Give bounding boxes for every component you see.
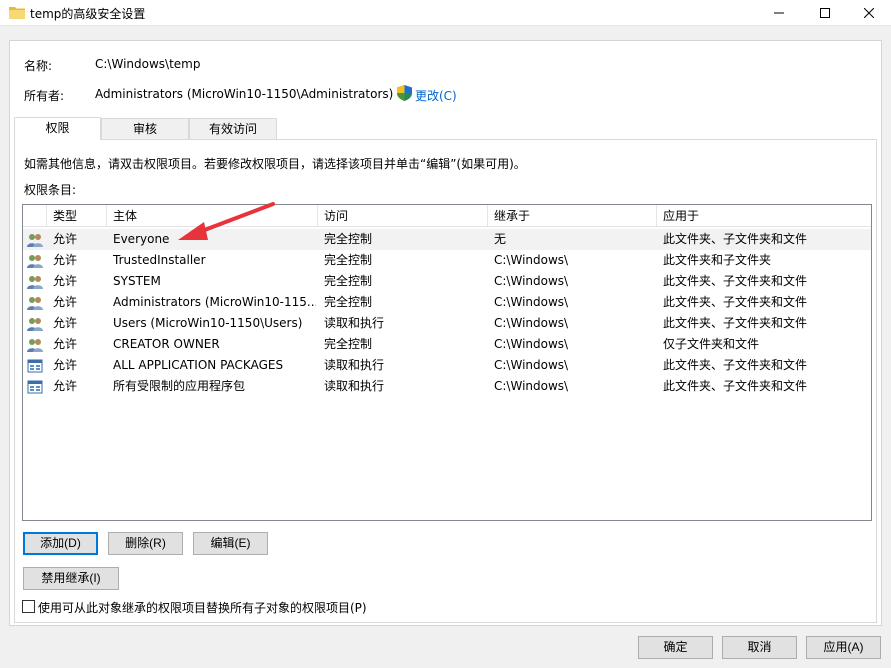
close-icon: [864, 8, 874, 18]
cell-principal: Administrators (MicroWin10-115...: [113, 295, 316, 309]
info-text: 如需其他信息，请双击权限项目。若要修改权限项目，请选择该项目并单击“编辑”(如果…: [24, 157, 526, 171]
cell-principal: 所有受限制的应用程序包: [113, 379, 246, 393]
header-icon-column: [23, 205, 47, 227]
table-row[interactable]: 允许 ALL APPLICATION PACKAGES 读取和执行 C:\Window…: [23, 355, 871, 376]
cell-applies-to: 此文件夹、子文件夹和文件: [663, 316, 808, 330]
folder-icon: [9, 7, 25, 19]
table-row[interactable]: 允许 Administrators (MicroWin10-115... 完全控制 C…: [23, 292, 871, 313]
remove-button[interactable]: 删除(R): [108, 532, 183, 555]
cell-applies-to: 此文件夹、子文件夹和文件: [663, 295, 808, 309]
cell-applies-to: 此文件夹、子文件夹和文件: [663, 379, 808, 393]
cell-inherited-from: C:\Windows\: [494, 316, 569, 330]
close-button[interactable]: [847, 0, 891, 26]
cell-access: 完全控制: [324, 337, 373, 351]
cell-access: 完全控制: [324, 232, 373, 246]
cell-inherited-from: C:\Windows\: [494, 295, 569, 309]
tab-effective-access[interactable]: 有效访问: [189, 118, 277, 139]
cell-inherited-from: C:\Windows\: [494, 337, 569, 351]
cell-access: 完全控制: [324, 295, 373, 309]
cell-access: 读取和执行: [324, 316, 385, 330]
table-row[interactable]: 允许 SYSTEM 完全控制 C:\Windows\ 此文件夹、子文件夹和文件: [23, 271, 871, 292]
cell-principal: SYSTEM: [113, 274, 161, 288]
tab-permissions[interactable]: 权限: [14, 117, 101, 140]
tab-permissions-label: 权限: [45, 121, 70, 135]
apply-button[interactable]: 应用(A): [806, 636, 881, 659]
table-row[interactable]: 允许 Everyone 完全控制无此文件夹、子文件夹和文件: [23, 229, 871, 250]
cell-applies-to: 此文件夹和子文件夹: [663, 253, 772, 267]
cell-type: 允许: [53, 379, 78, 393]
uac-shield-icon: [397, 85, 412, 101]
title-bar: temp的高级安全设置: [0, 0, 891, 26]
cell-principal: CREATOR OWNER: [113, 337, 220, 351]
list-header: 类型 主体 访问 继承于 应用于: [23, 205, 871, 227]
cell-applies-to: 此文件夹、子文件夹和文件: [663, 358, 808, 372]
tab-auditing-label: 审核: [132, 122, 157, 136]
column-header-inherited-from[interactable]: 继承于: [488, 205, 657, 227]
cell-principal: ALL APPLICATION PACKAGES: [113, 358, 284, 372]
cell-type: 允许: [53, 358, 78, 372]
cell-principal: Users (MicroWin10-1150\Users): [113, 316, 303, 330]
window-title: temp的高级安全设置: [30, 7, 146, 21]
maximize-icon: [820, 8, 830, 18]
cell-inherited-from: 无: [494, 232, 507, 246]
permission-entries-list[interactable]: 类型 主体 访问 继承于 应用于 允许 Everyone 完全控制无此文件夹、子文件…: [22, 204, 872, 521]
column-applies-label: 应用于: [663, 209, 700, 223]
column-inherited-label: 继承于: [494, 209, 531, 223]
add-button[interactable]: 添加(D): [23, 532, 98, 555]
disable-inheritance-button[interactable]: 禁用继承(I): [23, 567, 119, 590]
cell-principal: TrustedInstaller: [113, 253, 206, 267]
cell-access: 完全控制: [324, 274, 373, 288]
column-type-label: 类型: [53, 209, 78, 223]
cell-type: 允许: [53, 253, 78, 267]
cell-type: 允许: [53, 316, 78, 330]
cancel-button[interactable]: 取消: [722, 636, 797, 659]
cell-applies-to: 仅子文件夹和文件: [663, 337, 760, 351]
replace-child-permissions-checkbox[interactable]: [22, 600, 35, 613]
column-header-access[interactable]: 访问: [318, 205, 488, 227]
owner-label: 所有者:: [24, 89, 65, 103]
column-header-type[interactable]: 类型: [47, 205, 107, 227]
cell-type: 允许: [53, 337, 78, 351]
change-owner-link[interactable]: 更改(C): [415, 87, 457, 104]
name-value: C:\Windows\temp: [95, 57, 201, 71]
cell-applies-to: 此文件夹、子文件夹和文件: [663, 274, 808, 288]
cell-type: 允许: [53, 295, 78, 309]
owner-value: Administrators (MicroWin10-1150\Administ…: [95, 87, 394, 101]
edit-button[interactable]: 编辑(E): [193, 532, 268, 555]
cell-access: 完全控制: [324, 253, 373, 267]
column-access-label: 访问: [324, 209, 349, 223]
column-principal-label: 主体: [113, 209, 138, 223]
cell-applies-to: 此文件夹、子文件夹和文件: [663, 232, 808, 246]
cell-access: 读取和执行: [324, 379, 385, 393]
tab-effective-access-label: 有效访问: [208, 122, 257, 136]
cell-access: 读取和执行: [324, 358, 385, 372]
cell-type: 允许: [53, 274, 78, 288]
maximize-button[interactable]: [803, 0, 847, 26]
column-header-applies-to[interactable]: 应用于: [657, 205, 871, 227]
cell-type: 允许: [53, 232, 78, 246]
table-row[interactable]: 允许 CREATOR OWNER 完全控制 C:\Windows\ 仅子文件夹和文件: [23, 334, 871, 355]
table-row[interactable]: 允许 TrustedInstaller 完全控制 C:\Windows\ 此文件夹和子文…: [23, 250, 871, 271]
tab-auditing[interactable]: 审核: [101, 118, 189, 139]
minimize-icon: [774, 12, 784, 14]
cell-inherited-from: C:\Windows\: [494, 253, 569, 267]
table-row[interactable]: 允许 Users (MicroWin10-1150\Users) 读取和执行 C:\W…: [23, 313, 871, 334]
cell-inherited-from: C:\Windows\: [494, 379, 569, 393]
annotation-arrow: [178, 202, 275, 240]
cell-inherited-from: C:\Windows\: [494, 358, 569, 372]
ok-button[interactable]: 确定: [638, 636, 713, 659]
permission-entries-label: 权限条目:: [24, 183, 77, 197]
name-label: 名称:: [24, 59, 53, 73]
replace-child-permissions-label: 使用可从此对象继承的权限项目替换所有子对象的权限项目(P): [38, 601, 367, 615]
table-row[interactable]: 允许 所有受限制的应用程序包 读取和执行 C:\Windows\ 此文件夹、子文件夹和文…: [23, 376, 871, 397]
minimize-button[interactable]: [757, 0, 801, 26]
cell-inherited-from: C:\Windows\: [494, 274, 569, 288]
